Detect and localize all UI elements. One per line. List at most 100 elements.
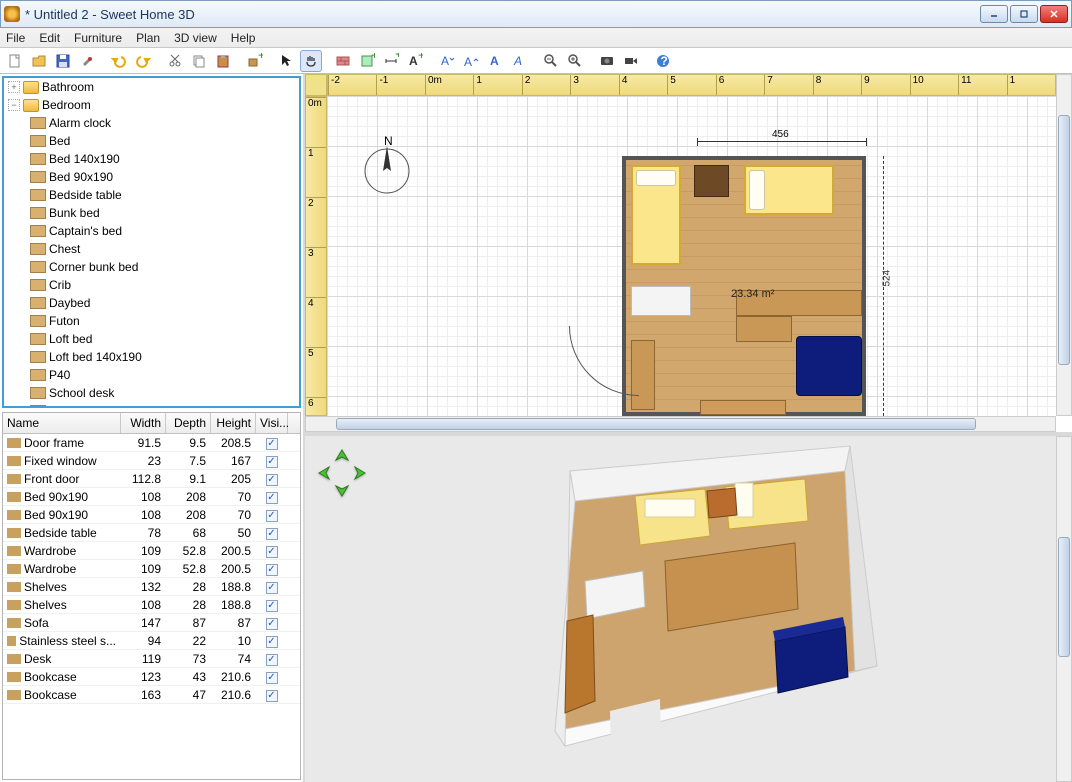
plan-bed[interactable] xyxy=(631,165,681,265)
table-row[interactable]: Stainless steel s...942210✓ xyxy=(3,632,300,650)
table-row[interactable]: Door frame91.59.5208.5✓ xyxy=(3,434,300,452)
visible-checkbox[interactable]: ✓ xyxy=(266,672,278,684)
visible-checkbox[interactable]: ✓ xyxy=(266,528,278,540)
menu-help[interactable]: Help xyxy=(231,31,256,45)
catalog-item[interactable]: Bedside table xyxy=(4,186,299,204)
catalog-category[interactable]: + Bathroom xyxy=(4,78,299,96)
col-name[interactable]: Name xyxy=(3,413,121,433)
table-row[interactable]: Bedside table786850✓ xyxy=(3,524,300,542)
menu-3dview[interactable]: 3D view xyxy=(174,31,217,45)
table-row[interactable]: Fixed window237.5167✓ xyxy=(3,452,300,470)
zoom-in-icon[interactable] xyxy=(564,50,586,72)
room[interactable] xyxy=(622,156,866,416)
3d-scene[interactable] xyxy=(515,441,895,761)
text-bold-icon[interactable]: A xyxy=(484,50,506,72)
create-walls-icon[interactable] xyxy=(332,50,354,72)
visible-checkbox[interactable]: ✓ xyxy=(266,690,278,702)
plan-door[interactable] xyxy=(569,326,639,396)
scrollbar-vertical[interactable] xyxy=(1056,74,1072,416)
copy-icon[interactable] xyxy=(188,50,210,72)
catalog-item[interactable]: Loft bed xyxy=(4,330,299,348)
menu-edit[interactable]: Edit xyxy=(39,31,60,45)
table-row[interactable]: Bookcase16347210.6✓ xyxy=(3,686,300,704)
open-icon[interactable] xyxy=(28,50,50,72)
create-rooms-icon[interactable]: + xyxy=(356,50,378,72)
visible-checkbox[interactable]: ✓ xyxy=(266,438,278,450)
text-larger-icon[interactable]: A xyxy=(460,50,482,72)
catalog-item[interactable]: Alarm clock xyxy=(4,114,299,132)
plan-desk[interactable] xyxy=(631,286,691,316)
table-row[interactable]: Wardrobe10952.8200.5✓ xyxy=(3,560,300,578)
visible-checkbox[interactable]: ✓ xyxy=(266,474,278,486)
cut-icon[interactable] xyxy=(164,50,186,72)
catalog-item[interactable]: Captain's bed xyxy=(4,222,299,240)
scrollbar-horizontal[interactable] xyxy=(305,416,1056,432)
catalog-item[interactable]: Bed 140x190 xyxy=(4,150,299,168)
maximize-button[interactable] xyxy=(1010,5,1038,23)
col-depth[interactable]: Depth xyxy=(166,413,211,433)
catalog-item[interactable]: Futon xyxy=(4,312,299,330)
catalog-category[interactable]: − Bedroom xyxy=(4,96,299,114)
catalog-item[interactable]: Daybed xyxy=(4,294,299,312)
col-width[interactable]: Width xyxy=(121,413,166,433)
video-icon[interactable] xyxy=(620,50,642,72)
table-row[interactable]: Sofa1478787✓ xyxy=(3,614,300,632)
plan-bed[interactable] xyxy=(744,165,834,215)
table-row[interactable]: Shelves10828188.8✓ xyxy=(3,596,300,614)
plan-sofa[interactable] xyxy=(796,336,862,396)
visible-checkbox[interactable]: ✓ xyxy=(266,492,278,504)
visible-checkbox[interactable]: ✓ xyxy=(266,456,278,468)
plan-shelf[interactable] xyxy=(700,400,786,415)
table-row[interactable]: Desk1197374✓ xyxy=(3,650,300,668)
zoom-out-icon[interactable] xyxy=(540,50,562,72)
plan-view[interactable]: -2-10m12345678910111 0m123456 N 456 524 xyxy=(305,74,1072,436)
3d-view[interactable] xyxy=(305,436,1072,782)
text-italic-icon[interactable]: A xyxy=(508,50,530,72)
add-furniture-icon[interactable]: + xyxy=(244,50,266,72)
scrollbar-vertical[interactable] xyxy=(1056,436,1072,782)
expand-icon[interactable]: + xyxy=(8,81,20,93)
prefs-icon[interactable] xyxy=(76,50,98,72)
visible-checkbox[interactable]: ✓ xyxy=(266,618,278,630)
catalog-item[interactable]: Bunk bed xyxy=(4,204,299,222)
new-icon[interactable] xyxy=(4,50,26,72)
furniture-catalog-tree[interactable]: + Bathroom − Bedroom Alarm clockBedBed 1… xyxy=(2,76,301,408)
minimize-button[interactable] xyxy=(980,5,1008,23)
select-tool-icon[interactable] xyxy=(276,50,298,72)
col-height[interactable]: Height xyxy=(211,413,256,433)
catalog-item[interactable]: P40 xyxy=(4,366,299,384)
catalog-item[interactable]: Bed xyxy=(4,132,299,150)
menu-furniture[interactable]: Furniture xyxy=(74,31,122,45)
menu-plan[interactable]: Plan xyxy=(136,31,160,45)
plan-grid[interactable]: N 456 524 xyxy=(327,96,1056,416)
visible-checkbox[interactable]: ✓ xyxy=(266,636,278,648)
plan-bedside-table[interactable] xyxy=(694,165,729,197)
visible-checkbox[interactable]: ✓ xyxy=(266,582,278,594)
table-row[interactable]: Bed 90x19010820870✓ xyxy=(3,506,300,524)
catalog-item[interactable]: Chest xyxy=(4,240,299,258)
menu-file[interactable]: File xyxy=(6,31,25,45)
catalog-item[interactable]: Corner bunk bed xyxy=(4,258,299,276)
catalog-item[interactable]: Bed 90x190 xyxy=(4,168,299,186)
undo-icon[interactable] xyxy=(108,50,130,72)
table-row[interactable]: Wardrobe10952.8200.5✓ xyxy=(3,542,300,560)
visible-checkbox[interactable]: ✓ xyxy=(266,600,278,612)
text-smaller-icon[interactable]: A xyxy=(436,50,458,72)
create-dimensions-icon[interactable]: + xyxy=(380,50,402,72)
visible-checkbox[interactable]: ✓ xyxy=(266,654,278,666)
col-visible[interactable]: Visi... xyxy=(256,413,288,433)
catalog-item[interactable]: Loft bed 140x190 xyxy=(4,348,299,366)
save-icon[interactable] xyxy=(52,50,74,72)
help-icon[interactable]: ? xyxy=(652,50,674,72)
visible-checkbox[interactable]: ✓ xyxy=(266,546,278,558)
3d-nav-control[interactable] xyxy=(317,448,367,498)
create-text-icon[interactable]: A+ xyxy=(404,50,426,72)
catalog-item[interactable]: Shelves xyxy=(4,402,299,408)
pan-tool-icon[interactable] xyxy=(300,50,322,72)
paste-icon[interactable] xyxy=(212,50,234,72)
collapse-icon[interactable]: − xyxy=(8,99,20,111)
table-row[interactable]: Bookcase12343210.6✓ xyxy=(3,668,300,686)
table-row[interactable]: Bed 90x19010820870✓ xyxy=(3,488,300,506)
visible-checkbox[interactable]: ✓ xyxy=(266,564,278,576)
catalog-item[interactable]: Crib xyxy=(4,276,299,294)
